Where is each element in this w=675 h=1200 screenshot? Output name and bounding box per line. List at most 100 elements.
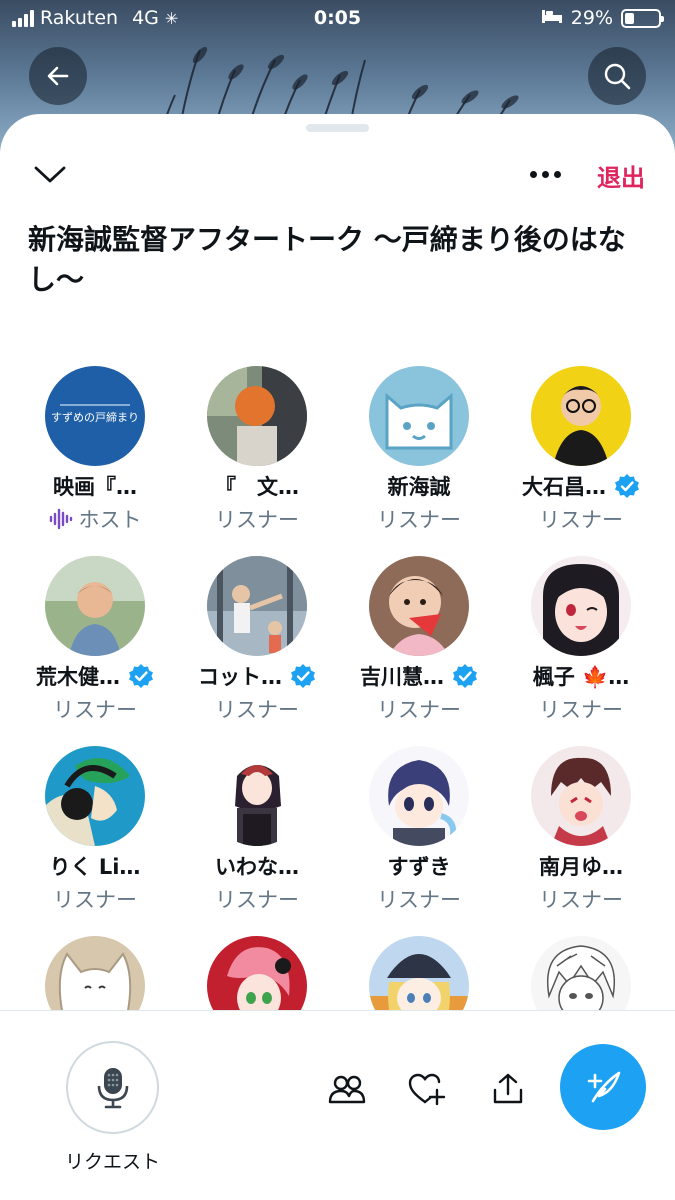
participant[interactable] [176,936,338,1010]
participant-role-text: リスナー [539,888,623,912]
bed-icon [541,7,563,29]
participant[interactable]: すずめの戸締まり映画『… ホスト [14,366,176,556]
participant-role-text: リスナー [215,888,299,912]
request-mic-button[interactable] [66,1041,159,1134]
participant-name-text: 荒木健… [36,665,120,689]
avatar[interactable] [531,366,631,466]
avatar[interactable] [369,366,469,466]
participant-name: 大石昌… [500,471,662,501]
more-button[interactable] [524,158,566,190]
compose-tweet-button[interactable] [560,1044,646,1130]
collapse-button[interactable] [30,158,70,190]
share-button[interactable] [488,1069,528,1109]
participant-role-text: リスナー [53,888,137,912]
participant[interactable]: 大石昌… リスナー [500,366,662,556]
avatar[interactable] [531,556,631,656]
participant-name: 荒木健… [14,661,176,691]
participants-grid: すずめの戸締まり 映画『… ホスト『 文… リスナー 新海誠 リスナー 大石昌… リスナー 荒木… [14,366,662,1010]
participant-name-text: 映画『… [53,475,137,499]
participant-name-text: 大石昌… [522,475,606,499]
participant[interactable]: 楓子 🍁… リスナー [500,556,662,746]
participant[interactable] [14,936,176,1010]
avatar[interactable] [207,366,307,466]
avatar[interactable] [45,746,145,846]
participant[interactable]: りく Li… リスナー [14,746,176,936]
sheet-grabber[interactable] [306,124,369,132]
status-bar: Rakuten 4G ✳ 0:05 29% [0,0,675,40]
participant-role: リスナー [338,694,500,724]
search-icon [604,63,631,90]
participant[interactable]: 新海誠 リスナー [338,366,500,556]
participant-name-text: いわな… [215,855,299,879]
speaking-wave-icon [49,508,75,535]
battery-percent: 29% [570,7,613,29]
back-button[interactable] [29,47,87,105]
participant-name: 『 文… [176,471,338,501]
avatar[interactable] [531,936,631,1010]
arrow-left-icon [47,66,69,86]
space-title: 新海誠監督アフタートーク 〜戸締まり後のはなし〜 [28,223,626,296]
bottom-action-bar: リクエスト [0,1010,675,1200]
participant-role: リスナー [500,694,662,724]
participant-role: リスナー [176,884,338,914]
participant-name: 吉川慧… [338,661,500,691]
participant-name-text: 南月ゆ… [539,855,623,879]
react-button[interactable] [407,1069,447,1109]
participant-name: いわな… [176,851,338,881]
search-button[interactable] [588,47,646,105]
more-horizontal-icon [529,170,561,178]
participant-role: リスナー [176,694,338,724]
avatar[interactable] [45,936,145,1010]
participant[interactable]: 吉川慧… リスナー [338,556,500,746]
participant-role-text: リスナー [215,698,299,722]
participant-role: リスナー [338,504,500,534]
participant-role-text: リスナー [539,698,623,722]
avatar[interactable] [207,556,307,656]
verified-badge-icon [128,663,154,689]
battery-icon [621,8,664,28]
chevron-down-icon [34,166,66,183]
avatar[interactable] [369,556,469,656]
avatar[interactable] [369,936,469,1010]
participant-name-text: 楓子 🍁… [532,665,630,689]
participant-role: リスナー [338,884,500,914]
participant-name: 南月ゆ… [500,851,662,881]
participant-name: 映画『… [14,471,176,501]
participants-button[interactable] [327,1069,367,1109]
participant[interactable]: 『 文… リスナー [176,366,338,556]
avatar[interactable] [45,556,145,656]
participant-role: ホスト [14,504,176,535]
participant-role: リスナー [176,504,338,534]
avatar[interactable] [531,746,631,846]
avatar[interactable] [207,746,307,846]
participant-name-text: 『 文… [215,475,299,499]
participant-name: 新海誠 [338,471,500,501]
verified-badge-icon [290,663,316,689]
avatar[interactable] [207,936,307,1010]
svg-text:すずめの戸締まり: すずめの戸締まり [51,410,139,424]
participant-role-text: リスナー [377,698,461,722]
participant[interactable]: すずき リスナー [338,746,500,936]
participant[interactable]: 荒木健… リスナー [14,556,176,746]
leave-button[interactable]: 退出 [597,158,645,193]
participant[interactable] [338,936,500,1010]
avatar[interactable]: すずめの戸締まり [45,366,145,466]
people-icon [328,1075,366,1104]
participant[interactable] [500,936,662,1010]
participant-name: 楓子 🍁… [500,661,662,691]
participant-role-text: リスナー [53,698,137,722]
participant[interactable]: コット… リスナー [176,556,338,746]
participant-role: リスナー [500,504,662,534]
request-label: リクエスト [64,1151,160,1173]
avatar[interactable] [369,746,469,846]
verified-badge-icon [614,473,640,499]
participant-role: リスナー [14,884,176,914]
participant-role-text: リスナー [377,508,461,532]
participant-name-text: 吉川慧… [360,665,444,689]
heart-plus-icon [408,1073,446,1106]
participant-name: りく Li… [14,851,176,881]
participant-role-text: ホスト [78,508,142,532]
participant[interactable]: いわな… リスナー [176,746,338,936]
verified-badge-icon [452,663,478,689]
participant[interactable]: 南月ゆ… リスナー [500,746,662,936]
